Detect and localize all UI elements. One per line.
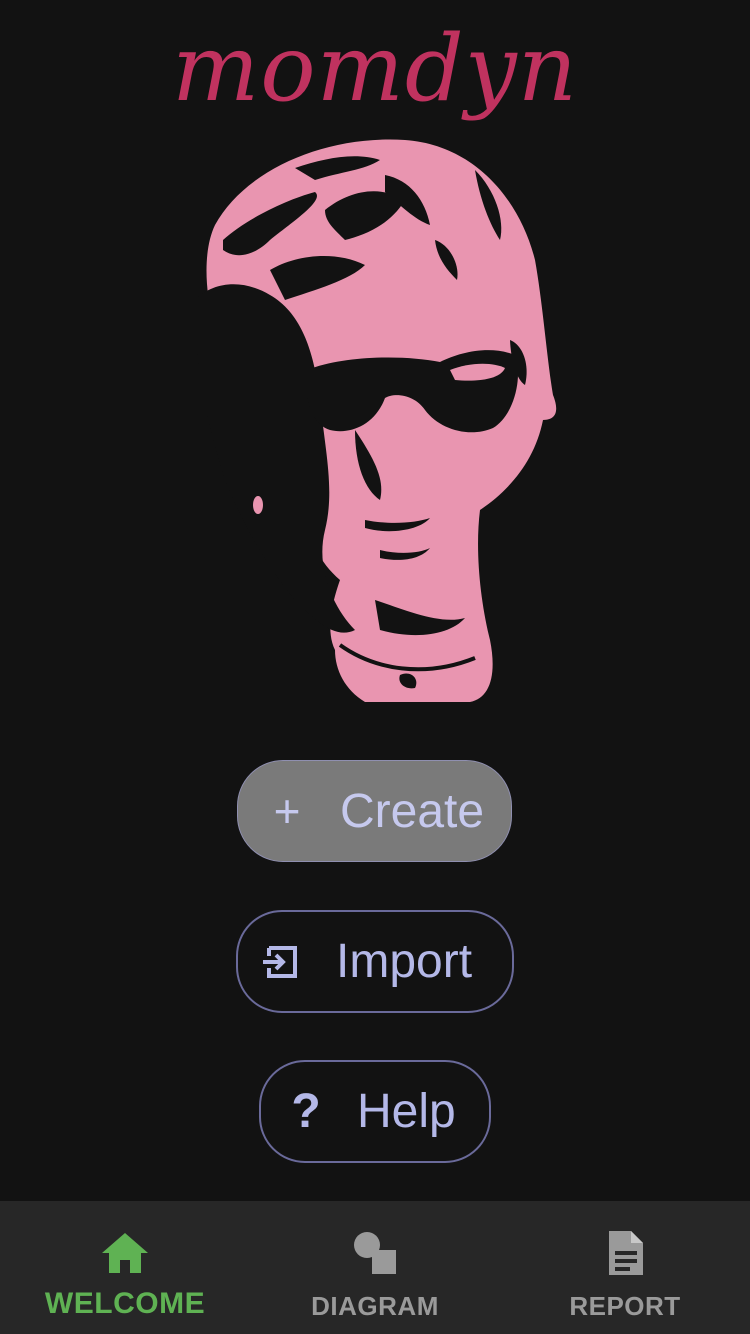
import-button[interactable]: Import <box>236 910 514 1013</box>
nav-label-diagram: DIAGRAM <box>311 1291 439 1321</box>
help-button-label: Help <box>357 1085 456 1138</box>
create-button[interactable]: + Create <box>237 760 512 862</box>
welcome-screen: momdyn + Create Import ? Help WELCOME DI… <box>0 0 750 1334</box>
help-button[interactable]: ? Help <box>259 1060 491 1163</box>
app-title: momdyn <box>172 15 578 122</box>
document-icon <box>599 1227 651 1279</box>
nav-item-report[interactable]: REPORT <box>500 1201 750 1334</box>
import-button-label: Import <box>336 935 473 988</box>
bottom-navigation: WELCOME DIAGRAM REPORT <box>0 1201 750 1334</box>
question-icon: ? <box>291 1085 321 1138</box>
nav-label-welcome: WELCOME <box>44 1287 206 1320</box>
shapes-icon <box>349 1227 401 1279</box>
nav-item-diagram[interactable]: DIAGRAM <box>250 1201 500 1334</box>
nav-item-welcome[interactable]: WELCOME <box>0 1201 250 1334</box>
plus-icon: + <box>273 785 301 837</box>
import-icon <box>258 939 304 985</box>
sunglasses-portrait-logo <box>195 139 557 702</box>
nav-label-report: REPORT <box>569 1291 681 1321</box>
home-icon <box>99 1227 151 1279</box>
create-button-label: Create <box>340 784 485 838</box>
